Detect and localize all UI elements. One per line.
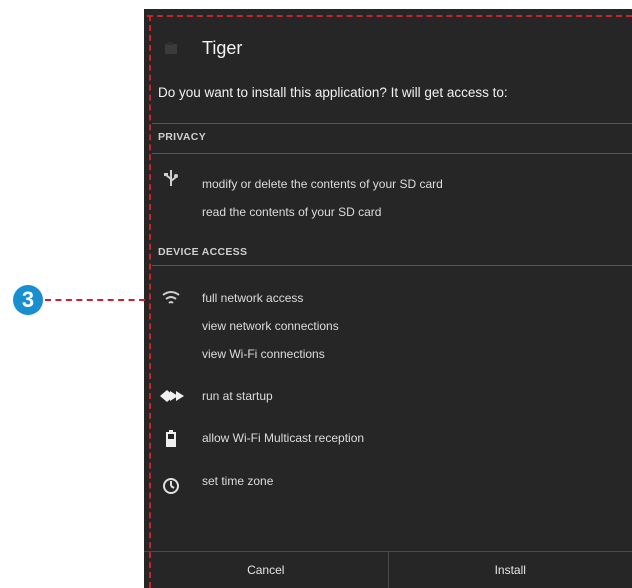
permission-item: full network access [202,291,304,305]
annotation-leader-line [45,299,145,301]
section-header-device-access: DEVICE ACCESS [158,246,248,258]
startup-icon [160,387,186,405]
install-dialog: Tiger Do you want to install this applic… [144,9,632,588]
android-app-icon [164,41,178,55]
permission-item: view network connections [202,319,339,333]
section-header-privacy: PRIVACY [158,131,206,143]
install-question: Do you want to install this application?… [158,85,508,100]
dialog-title-row: Tiger [164,33,242,63]
permission-item: read the contents of your SD card [202,205,382,219]
install-button[interactable]: Install [387,552,632,588]
dialog-button-bar: Cancel Install [144,551,632,588]
privacy-group: modify or delete the contents of your SD… [158,167,632,219]
multicast-group: allow Wi-Fi Multicast reception [158,421,632,447]
cancel-button[interactable]: Cancel [144,552,388,588]
battery-icon [162,430,180,448]
annotation-dashed-border-top [147,15,632,17]
annotation-number-badge: 3 [13,285,43,315]
divider [152,265,632,266]
permission-item: modify or delete the contents of your SD… [202,177,443,191]
app-title: Tiger [202,37,243,58]
divider [152,123,632,124]
clock-icon [162,477,180,495]
startup-group: run at startup [158,379,632,405]
annotation-dashed-border-left [149,15,151,588]
permission-item: view Wi-Fi connections [202,347,325,361]
divider [152,153,632,154]
wifi-icon [162,289,180,307]
permission-item: set time zone [202,474,274,488]
permission-item: allow Wi-Fi Multicast reception [202,431,365,445]
network-group: full network access view network connect… [158,281,632,361]
permission-item: run at startup [202,389,273,403]
usb-icon [162,169,180,187]
timezone-group: set time zone [158,463,632,495]
